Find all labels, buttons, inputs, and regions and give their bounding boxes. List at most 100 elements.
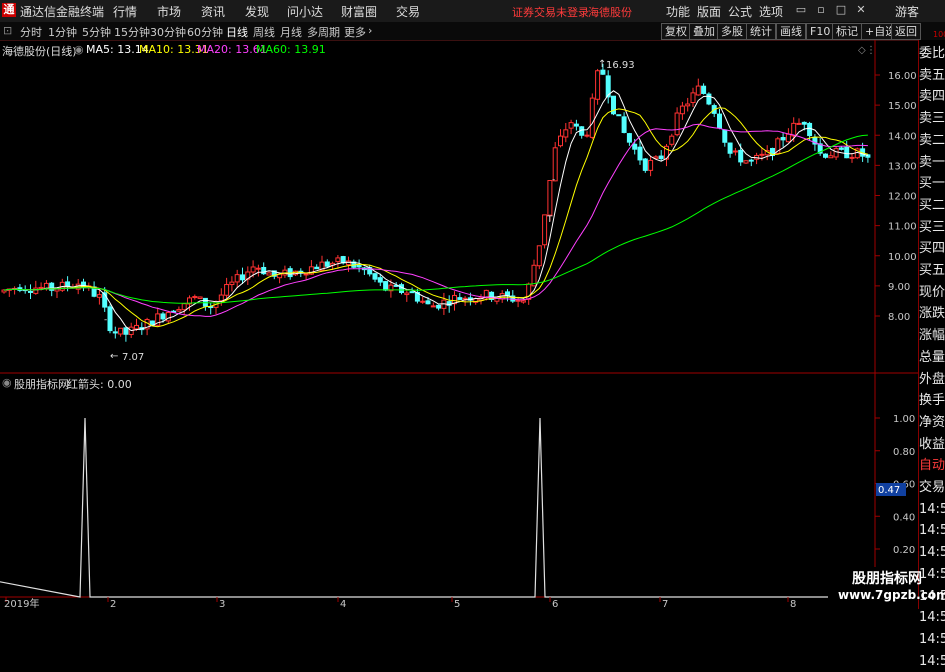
candle-down [372,273,378,280]
side-panel-item: 自动 [919,458,945,474]
period-tab-weekly[interactable]: 周线 [253,24,275,40]
candle-down [436,304,442,309]
menu-news[interactable]: 资讯 [201,3,225,20]
candle-down [383,281,389,291]
candle-up [520,300,526,303]
panel-top-label: 1000 [933,30,945,39]
indicator-tick-label: 0.40 [893,512,915,523]
f10-button[interactable]: F10 [806,23,835,40]
candle-down [658,155,664,160]
minimize-icon[interactable]: ▭ [793,2,809,18]
diamond-icon: ◇ [858,45,866,56]
lock-icon[interactable]: ⊡ [3,24,12,37]
candle-up [796,122,802,125]
overlay-button[interactable]: 叠加 [689,23,719,40]
price-tick-label: 14.00 [888,131,917,142]
side-panel-item: 买一 [919,176,945,192]
menu-function[interactable]: 功能 [666,3,690,20]
adjust-button[interactable]: 复权 [661,23,691,40]
candle-down [722,129,728,143]
candle-up [785,133,791,143]
maximize-icon[interactable]: □ [833,2,849,18]
candle-up [303,273,309,276]
period-tab-timeshare[interactable]: 分时 [20,24,42,40]
candle-down [573,123,579,127]
menu-trade[interactable]: 交易 [396,3,420,20]
menu-discover[interactable]: 发现 [245,3,269,20]
menu-ask[interactable]: 问小达 [287,3,323,20]
candle-up [404,292,410,296]
candle-down [314,266,320,270]
legend-toggle-icon[interactable]: ◉ [74,43,84,56]
menu-market[interactable]: 市场 [157,3,181,20]
menu-layout[interactable]: 版面 [697,3,721,20]
side-panel-item: 卖四 [919,89,945,105]
menu-formula[interactable]: 公式 [728,3,752,20]
ma5-line [3,90,869,332]
chevron-right-icon[interactable]: › [368,24,372,37]
multi-stock-button[interactable]: 多股 [717,23,747,40]
mark-button[interactable]: 标记 [832,23,862,40]
login-notice[interactable]: 证券交易未登录 [512,4,589,20]
candle-up [542,214,548,246]
candle-down [123,327,129,335]
high-price-label: 16.93 [606,60,635,71]
candle-up [218,294,224,302]
price-tick-label: 9.00 [888,282,910,293]
period-tab-more[interactable]: 更多 [344,24,366,40]
quote-side-panel: 1000 委比卖五卖四卖三卖二卖一买一买二买三买四买五现价涨跌涨幅总量外盘换手净… [918,30,945,669]
candle-up [547,180,553,216]
period-tab-monthly[interactable]: 月线 [280,24,302,40]
indicator-tick-label: 1.00 [893,414,915,425]
candle-up [250,266,256,273]
indicator-value: 红箭头: 0.00 [67,378,132,391]
side-panel-item: 买四 [919,241,945,257]
candle-up [192,296,198,299]
user-label[interactable]: 游客 [895,3,919,20]
app-title: 通达信金融终端 [20,5,105,19]
candle-down [425,300,431,305]
kline-chart[interactable]: - - T 16.00 15.00 14.00 13.00 12.00 11.00 10.00 9… [0,40,918,609]
side-panel-item: 14:56 [919,545,945,561]
time-tick-label: 4 [340,599,346,609]
menu-options[interactable]: 选项 [759,3,783,20]
candle-down [706,93,712,105]
candle-down [377,277,383,283]
close-icon[interactable]: ✕ [853,2,869,18]
time-tick-label: 7 [662,599,668,609]
candle-up [648,159,654,171]
candle-up [849,156,855,159]
candle-up [695,85,701,96]
back-button[interactable]: 返回 [891,23,921,40]
period-tab-60min[interactable]: 60分钟 [187,24,223,40]
side-panel-item: 收益 [919,436,945,452]
stats-button[interactable]: 统计 [746,23,776,40]
candle-up [828,155,834,159]
price-y-ticks: 16.00 15.00 14.00 13.00 12.00 11.00 10.00 9.00 8… [875,71,917,323]
period-tab-multi[interactable]: 多周期 [307,24,340,40]
candle-up [568,122,574,129]
candle-down [112,331,118,334]
menu-quotes[interactable]: 行情 [113,3,137,20]
candle-up [732,150,738,153]
price-tick-label: 13.00 [888,161,917,172]
indicator-toggle-icon[interactable]: ◉ [2,376,12,389]
candle-up [181,303,187,311]
candle-down [838,147,844,150]
period-tab-5min[interactable]: 5分钟 [82,24,111,40]
period-tab-1min[interactable]: 1分钟 [48,24,77,40]
menu-wealth[interactable]: 财富圈 [341,3,377,20]
app-logo-icon: 通 [2,3,16,17]
draw-line-button[interactable]: 画线 [776,23,806,40]
period-tab-30min[interactable]: 30分钟 [150,24,186,40]
period-tab-daily[interactable]: 日线 [226,24,248,40]
dash-marker: - [552,175,555,185]
current-stock-name: 海德股份 [588,6,632,19]
side-panel-item: 14:56 [919,566,945,582]
ma60-legend: MA60: 13.91 [256,43,326,56]
candle-up [589,97,595,138]
candle-up [669,135,675,145]
side-panel-item: 净资 [919,414,945,430]
restore-icon[interactable]: ▫ [813,2,829,18]
period-tab-15min[interactable]: 15分钟 [114,24,150,40]
